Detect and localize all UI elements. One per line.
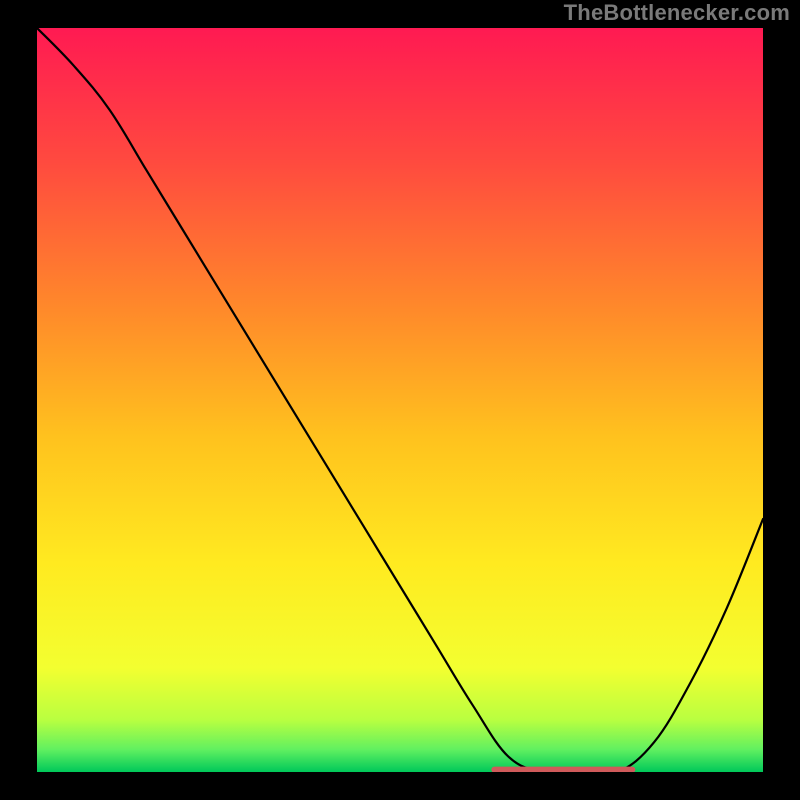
gradient-background [37,28,763,772]
chart-svg [0,0,800,800]
chart-frame: TheBottlenecker.com [0,0,800,800]
